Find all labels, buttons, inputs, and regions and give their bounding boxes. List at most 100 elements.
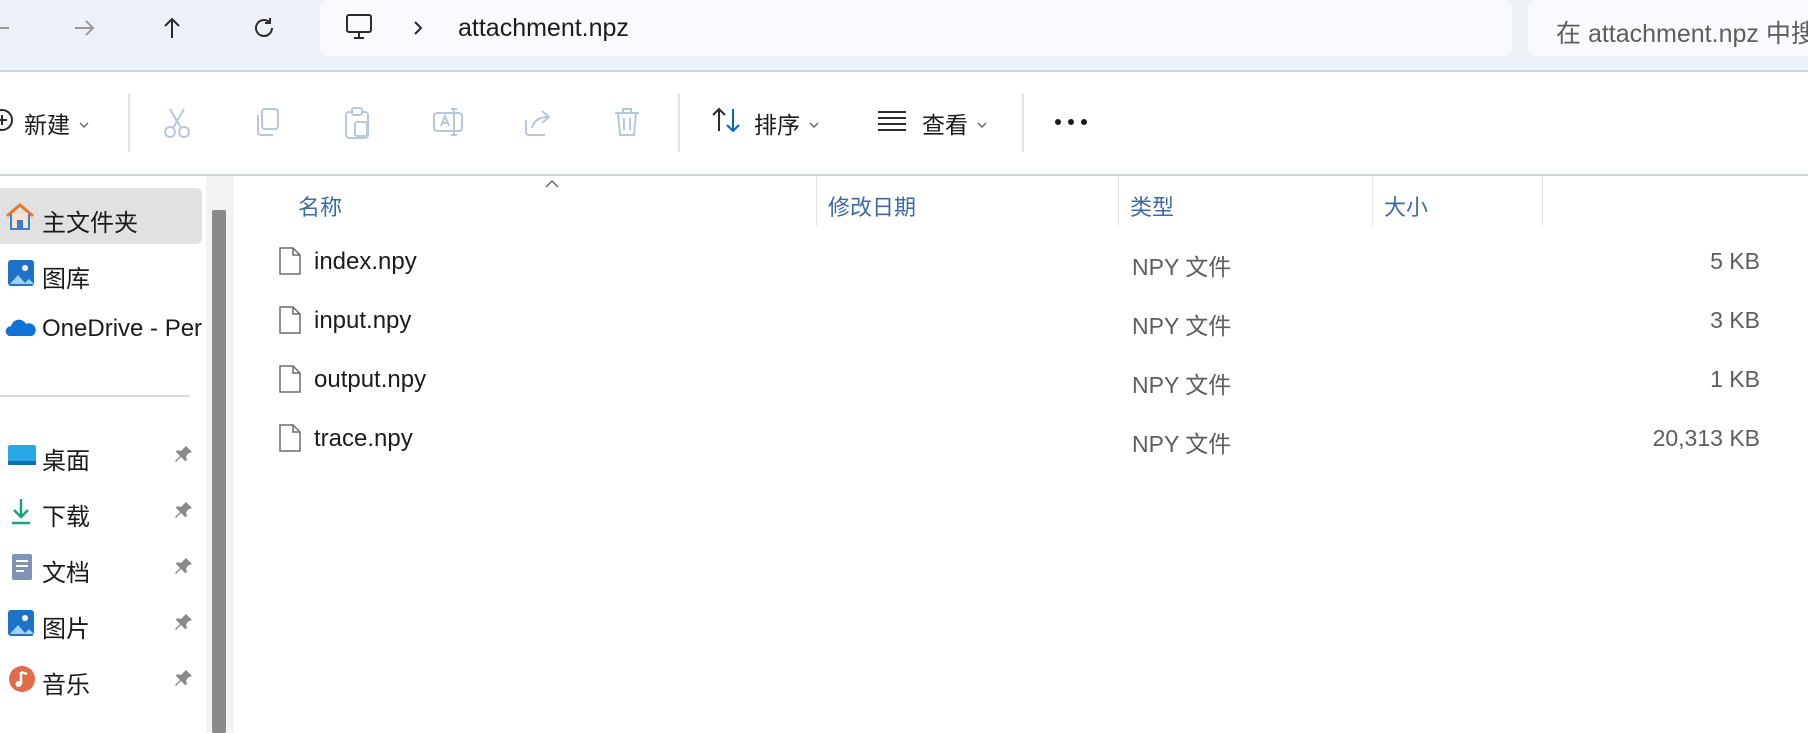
- column-header-size[interactable]: 大小: [1384, 190, 1428, 222]
- chevron-down-icon: [976, 110, 988, 137]
- file-type: NPY 文件: [1132, 313, 1232, 339]
- pin-icon[interactable]: [174, 668, 194, 693]
- sidebar-item-onedrive[interactable]: OneDrive - Per: [0, 300, 202, 356]
- sidebar-item-label: 图片: [42, 616, 90, 643]
- download-icon: [4, 496, 36, 526]
- navigation-pane: 主文件夹 图库 OneDrive - Per 桌面 下载 文档 图片 音乐: [0, 176, 206, 733]
- sidebar-item-downloads[interactable]: 下载: [0, 482, 202, 538]
- search-placeholder: 在 attachment.npz 中搜: [1556, 20, 1808, 48]
- paste-icon[interactable]: [342, 106, 372, 140]
- column-header-type[interactable]: 类型: [1130, 190, 1174, 222]
- file-size: 3 KB: [1710, 307, 1760, 333]
- address-row: attachment.npz 在 attachment.npz 中搜: [0, 0, 1808, 70]
- sidebar-item-desktop[interactable]: 桌面: [0, 426, 202, 482]
- file-type: NPY 文件: [1132, 254, 1232, 280]
- column-separator[interactable]: [1542, 176, 1543, 226]
- address-bar[interactable]: attachment.npz: [320, 0, 1512, 56]
- file-type: NPY 文件: [1132, 372, 1232, 398]
- file-row[interactable]: output.npy NPY 文件 1 KB: [234, 352, 1760, 408]
- up-button[interactable]: [150, 8, 194, 48]
- sort-button[interactable]: 排序: [710, 106, 820, 140]
- view-list-icon: [876, 108, 908, 138]
- file-row[interactable]: input.npy NPY 文件 3 KB: [234, 293, 1760, 349]
- file-name: trace.npy: [314, 425, 413, 452]
- file-icon: [278, 364, 302, 399]
- column-separator[interactable]: [1118, 176, 1119, 226]
- sort-ascending-icon: [544, 176, 560, 194]
- file-size: 20,313 KB: [1652, 425, 1760, 451]
- plus-circle-icon: [0, 108, 14, 138]
- sidebar-item-label: 文档: [42, 560, 90, 587]
- music-icon: [4, 664, 36, 694]
- sidebar-item-home[interactable]: 主文件夹: [0, 188, 202, 244]
- toolbar-divider: [128, 94, 130, 152]
- file-size: 1 KB: [1710, 366, 1760, 392]
- cut-icon[interactable]: [162, 106, 192, 140]
- file-name: input.npy: [314, 307, 412, 334]
- file-name: output.npy: [314, 366, 427, 393]
- sidebar-item-gallery[interactable]: 图库: [0, 244, 202, 300]
- column-header-modified[interactable]: 修改日期: [828, 190, 916, 222]
- sidebar-item-label: OneDrive - Per: [42, 315, 202, 342]
- toolbar-divider: [1022, 94, 1024, 152]
- gallery-icon: [4, 258, 36, 288]
- sidebar-item-label: 图库: [42, 266, 90, 293]
- this-pc-icon[interactable]: [344, 12, 374, 47]
- view-button[interactable]: 查看: [876, 106, 988, 140]
- sidebar-item-label: 桌面: [42, 448, 90, 475]
- search-input[interactable]: 在 attachment.npz 中搜: [1528, 0, 1808, 56]
- refresh-icon: [251, 15, 277, 41]
- desktop-icon: [4, 440, 36, 470]
- chevron-down-icon: [78, 110, 90, 137]
- sidebar-item-music[interactable]: 音乐: [0, 650, 202, 706]
- copy-icon[interactable]: [252, 106, 282, 138]
- file-icon: [278, 246, 302, 281]
- breadcrumb-segment[interactable]: attachment.npz: [458, 14, 629, 43]
- toolbar-divider: [678, 94, 680, 152]
- view-button-label: 查看: [922, 112, 968, 138]
- pin-icon[interactable]: [174, 556, 194, 581]
- back-button[interactable]: [0, 8, 22, 48]
- file-name: index.npy: [314, 248, 417, 275]
- arrow-up-icon: [159, 15, 185, 41]
- sidebar-item-label: 音乐: [42, 672, 90, 699]
- column-header-name[interactable]: 名称: [298, 190, 342, 222]
- sidebar-item-documents[interactable]: 文档: [0, 538, 202, 594]
- share-icon[interactable]: [522, 106, 554, 138]
- chevron-down-icon: [808, 110, 820, 137]
- breadcrumb-chevron-icon[interactable]: [408, 18, 428, 43]
- sort-button-label: 排序: [754, 112, 800, 138]
- more-icon[interactable]: [1054, 118, 1088, 126]
- pin-icon[interactable]: [174, 500, 194, 525]
- file-list: 名称 修改日期 类型 大小 index.npy NPY 文件 5 KB inpu…: [234, 176, 1808, 733]
- documents-icon: [4, 552, 36, 582]
- file-row[interactable]: trace.npy NPY 文件 20,313 KB: [234, 411, 1760, 467]
- sidebar-divider: [0, 395, 190, 397]
- arrow-left-icon: [0, 15, 13, 41]
- file-size: 5 KB: [1710, 248, 1760, 274]
- home-icon: [4, 202, 36, 232]
- file-icon: [278, 305, 302, 340]
- pin-icon[interactable]: [174, 444, 194, 469]
- pictures-icon: [4, 608, 36, 638]
- command-bar: 新建 排序 查看: [0, 72, 1808, 176]
- sidebar-item-label: 主文件夹: [42, 210, 138, 237]
- onedrive-icon: [4, 314, 36, 344]
- forward-button[interactable]: [62, 8, 106, 48]
- file-icon: [278, 423, 302, 458]
- column-separator[interactable]: [1372, 176, 1373, 226]
- file-type: NPY 文件: [1132, 431, 1232, 457]
- column-separator[interactable]: [816, 176, 817, 226]
- new-button[interactable]: 新建: [0, 106, 90, 140]
- pin-icon[interactable]: [174, 612, 194, 637]
- file-row[interactable]: index.npy NPY 文件 5 KB: [234, 234, 1760, 290]
- sidebar-item-label: 下载: [42, 504, 90, 531]
- sidebar-item-pictures[interactable]: 图片: [0, 594, 202, 650]
- rename-icon[interactable]: [432, 106, 466, 138]
- arrow-right-icon: [71, 15, 97, 41]
- delete-icon[interactable]: [612, 106, 642, 138]
- refresh-button[interactable]: [242, 8, 286, 48]
- sort-arrows-icon: [710, 106, 742, 140]
- sidebar-scrollbar-thumb[interactable]: [212, 210, 226, 733]
- new-button-label: 新建: [24, 112, 70, 138]
